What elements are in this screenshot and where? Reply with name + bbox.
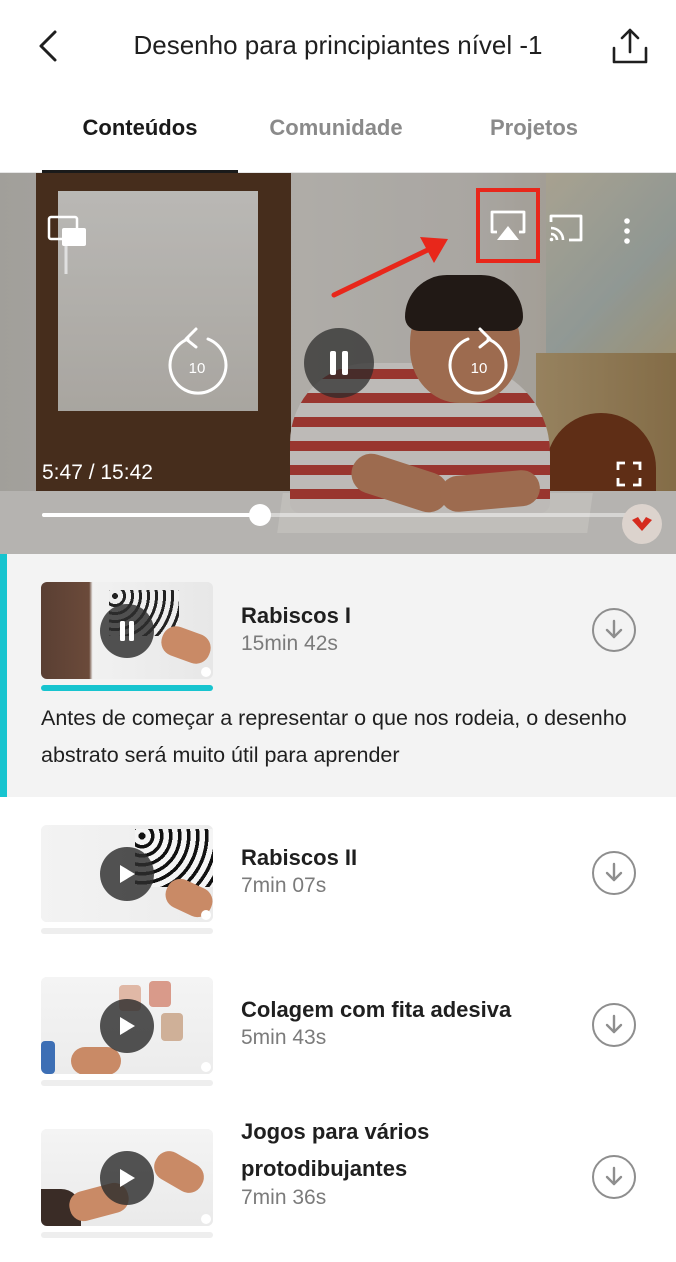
play-icon (120, 1169, 135, 1187)
download-icon (605, 1014, 623, 1034)
tab-conteudos[interactable]: Conteúdos (42, 115, 238, 173)
tab-comunidade[interactable]: Comunidade (238, 115, 434, 173)
rewind-10-icon: 10 (168, 327, 228, 395)
seek-bar[interactable] (42, 504, 632, 526)
tab-projetos[interactable]: Projetos (436, 115, 632, 173)
download-icon (605, 619, 623, 639)
lesson-progress (41, 1232, 213, 1238)
lesson-duration: 7min 07s (241, 874, 327, 897)
picture-in-picture-icon (47, 215, 86, 274)
lesson-item[interactable]: Colagem com fita adesiva 5min 43s (0, 949, 676, 1101)
page-title: Desenho para principiantes nível -1 (133, 30, 543, 60)
rewind-10-button[interactable]: 10 (162, 325, 232, 401)
fullscreen-button[interactable] (614, 459, 644, 489)
lesson-duration: 15min 42s (241, 632, 338, 655)
lesson-thumbnail[interactable] (41, 582, 213, 679)
lesson-title: Jogos para vários protodibujantes (241, 1119, 430, 1181)
pause-icon (120, 621, 134, 641)
chevron-left-icon (39, 30, 57, 62)
pause-button[interactable] (304, 328, 374, 398)
lesson-duration: 7min 36s (241, 1186, 327, 1209)
download-button[interactable] (592, 608, 636, 652)
download-icon (605, 862, 623, 882)
lesson-description: Antes de começar a representar o que nos… (41, 706, 627, 767)
airplay-icon (490, 210, 526, 240)
lesson-item[interactable]: Rabiscos II 7min 07s (0, 797, 676, 949)
forward-seconds: 10 (471, 360, 488, 377)
lesson-item-active[interactable]: Rabiscos I 15min 42s Antes de começar a … (0, 554, 676, 797)
fullscreen-icon (616, 461, 642, 487)
lesson-progress (41, 928, 213, 934)
domestika-logo-icon (632, 517, 652, 531)
lesson-title: Rabiscos II (241, 845, 358, 870)
lesson-thumbnail[interactable] (41, 977, 213, 1074)
picture-in-picture-button[interactable] (44, 211, 90, 281)
lesson-duration: 5min 43s (241, 1026, 327, 1049)
more-vertical-icon (624, 218, 630, 244)
playback-time: 5:47 / 15:42 (42, 461, 153, 484)
lesson-play-button[interactable] (100, 847, 154, 901)
seek-bar-progress (42, 513, 261, 517)
download-button[interactable] (592, 851, 636, 895)
pause-icon (330, 351, 348, 375)
active-indicator (0, 554, 7, 797)
lesson-progress (41, 1080, 213, 1086)
lesson-item[interactable]: Jogos para vários protodibujantes 7min 3… (0, 1101, 676, 1261)
share-icon (612, 28, 648, 64)
annotation-arrow (330, 223, 470, 303)
header: Desenho para principiantes nível -1 (0, 0, 676, 95)
share-button[interactable] (608, 24, 652, 68)
rewind-seconds: 10 (189, 360, 206, 377)
lesson-title: Rabiscos I (241, 603, 352, 628)
lesson-play-button[interactable] (100, 1151, 154, 1205)
forward-10-button[interactable]: 10 (444, 325, 514, 401)
download-icon (605, 1166, 623, 1186)
lesson-progress-fill (41, 685, 213, 691)
video-player[interactable]: 10 10 5:47 / 15:42 (0, 173, 676, 554)
brand-logo (622, 504, 662, 544)
lesson-thumbnail[interactable] (41, 825, 213, 922)
more-options-button[interactable] (612, 211, 642, 251)
download-button[interactable] (592, 1155, 636, 1199)
back-button[interactable] (30, 28, 66, 64)
lesson-title: Colagem com fita adesiva (241, 997, 512, 1022)
play-icon (120, 865, 135, 883)
lesson-progress (41, 685, 213, 691)
download-button[interactable] (592, 1003, 636, 1047)
lesson-thumbnail[interactable] (41, 1129, 213, 1226)
airplay-button[interactable] (476, 188, 540, 263)
tab-bar: Conteúdos Comunidade Projetos (0, 95, 676, 173)
forward-10-icon: 10 (448, 327, 508, 395)
lesson-pause-button[interactable] (100, 604, 154, 658)
play-icon (120, 1017, 135, 1035)
lesson-list: Rabiscos I 15min 42s Antes de começar a … (0, 554, 676, 1261)
cast-icon (549, 214, 583, 242)
lesson-play-button[interactable] (100, 999, 154, 1053)
cast-button[interactable] (546, 211, 586, 245)
